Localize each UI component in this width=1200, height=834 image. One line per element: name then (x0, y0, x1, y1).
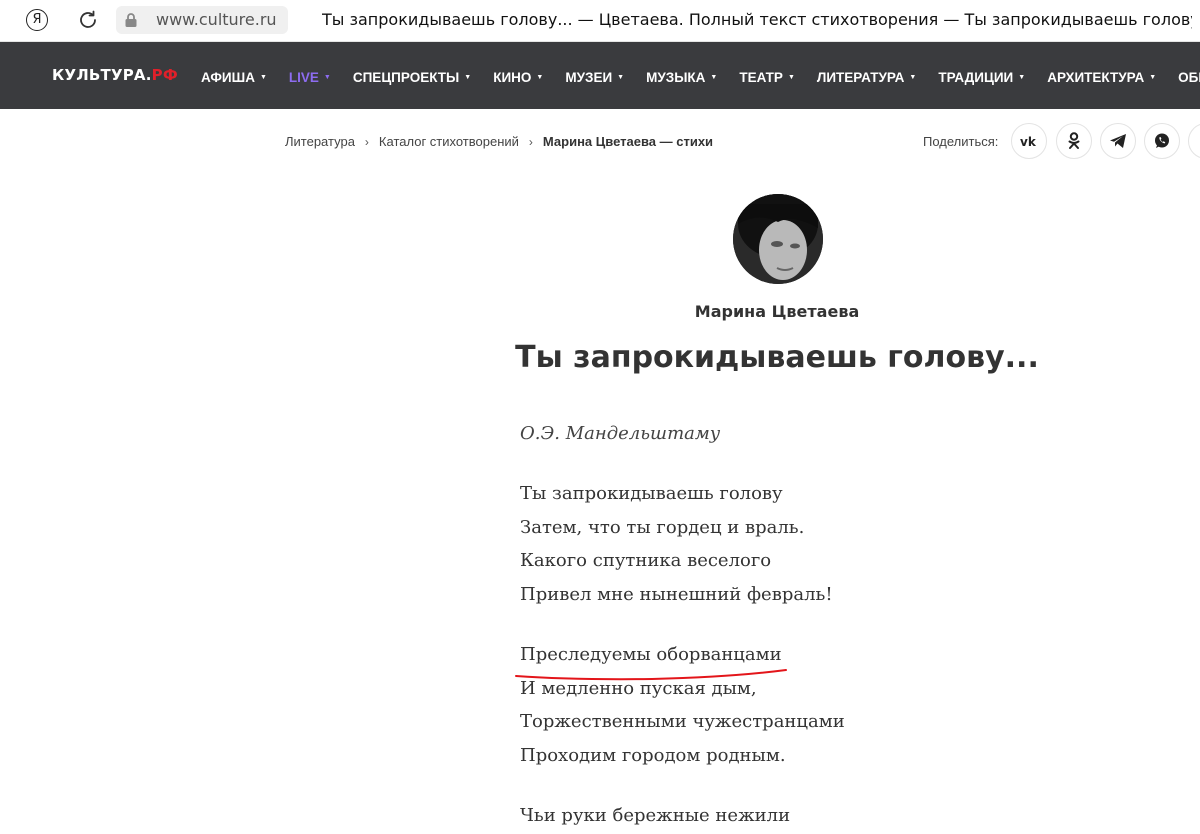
nav-label: ТРАДИЦИИ (938, 69, 1014, 85)
caret-down-icon: ▼ (259, 73, 267, 81)
share-whatsapp-button[interactable] (1144, 123, 1180, 159)
address-bar[interactable]: www.culture.ru (116, 6, 288, 34)
breadcrumb-current[interactable]: Марина Цветаева — стихи (543, 134, 713, 149)
share-vk-button[interactable]: vk (1011, 123, 1047, 159)
caret-down-icon: ▼ (909, 73, 917, 81)
caret-down-icon: ▼ (617, 73, 625, 81)
share-label: Поделиться: (923, 134, 999, 149)
caret-down-icon: ▼ (787, 73, 795, 81)
svg-text:vk: vk (1020, 135, 1037, 147)
nav-label: LIVE (288, 69, 319, 85)
caret-down-icon: ▼ (710, 73, 718, 81)
poem-line: Привел мне нынешний февраль! (520, 583, 833, 605)
main-menu: АФИША ▼ LIVE ▼ СПЕЦПРОЕКТЫ ▼ КИНО ▼ МУЗЕИ ▼ М… (201, 67, 1200, 87)
breadcrumb: Литература › Каталог стихотворений › Мар… (285, 134, 713, 149)
red-underline-annotation (515, 669, 787, 681)
nav-item-afisha[interactable]: АФИША ▼ (201, 67, 267, 87)
author-avatar (733, 194, 823, 284)
poem-line: Какого спутника веселого (520, 550, 772, 571)
nav-item-obrazovanie[interactable]: ОБРАЗОВ (1178, 67, 1200, 87)
poem-dedication: О.Э. Мандельштаму (520, 423, 721, 444)
nav-label: МУЗЕИ (565, 69, 613, 85)
telegram-icon (1110, 134, 1126, 148)
nav-label: ОБРАЗОВ (1178, 69, 1200, 85)
chevron-right-icon: › (364, 134, 369, 149)
nav-label: АФИША (201, 69, 255, 85)
logo-accent: РФ (151, 66, 178, 84)
vk-icon: vk (1020, 135, 1037, 147)
chevron-right-icon: › (528, 134, 533, 149)
caret-down-icon: ▼ (464, 73, 472, 81)
poem-stanza: Ты запрокидываешь голову Затем, что ты г… (520, 477, 833, 611)
nav-item-teatr[interactable]: ТЕАТР ▼ (739, 67, 795, 87)
nav-label: АРХИТЕКТУРА (1047, 69, 1145, 85)
nav-item-tradicii[interactable]: ТРАДИЦИИ ▼ (938, 67, 1025, 87)
nav-label: МУЗЫКА (646, 69, 706, 85)
nav-item-live[interactable]: LIVE ▼ (289, 67, 331, 87)
site-header: КУЛЬТУРА.РФ АФИША ▼ LIVE ▼ СПЕЦПРОЕКТЫ ▼ КИ… (0, 42, 1200, 109)
nav-label: КИНО (493, 69, 532, 85)
lock-icon (124, 12, 138, 28)
nav-item-muzei[interactable]: МУЗЕИ ▼ (565, 67, 624, 87)
share-telegram-button[interactable] (1100, 123, 1136, 159)
poem-line: Чьи руки бережные нежили (520, 805, 791, 826)
reload-icon[interactable] (76, 8, 100, 32)
poem-title: Ты запрокидываешь голову... (515, 340, 1039, 375)
poem-line: Затем, что ты гордец и враль. (520, 516, 805, 538)
caret-down-icon: ▼ (1149, 73, 1157, 81)
poem-line: Ты запрокидываешь голову (520, 483, 783, 504)
nav-item-arhitektura[interactable]: АРХИТЕКТУРА ▼ (1047, 67, 1156, 87)
nav-item-specprojects[interactable]: СПЕЦПРОЕКТЫ ▼ (353, 67, 471, 87)
whatsapp-icon (1155, 133, 1169, 148)
breadcrumb-item-catalog[interactable]: Каталог стихотворений (379, 134, 519, 149)
yandex-logo-button[interactable]: Я (26, 9, 48, 31)
page-title: Ты запрокидываешь голову... — Цветаева. … (322, 10, 1192, 29)
nav-item-muzyka[interactable]: МУЗЫКА ▼ (646, 67, 717, 87)
nav-item-literatura[interactable]: ЛИТЕРАТУРА ▼ (817, 67, 916, 87)
poem-line: Торжественными чужестранцами (520, 711, 845, 732)
poem-line: Проходим городом родным. (520, 744, 786, 766)
caret-down-icon: ▼ (536, 73, 544, 81)
share-more-button[interactable] (1188, 123, 1200, 159)
browser-toolbar: Я www.culture.ru Ты запрокидываешь голов… (0, 0, 1200, 42)
share-ok-button[interactable] (1056, 123, 1092, 159)
nav-label: ЛИТЕРАТУРА (816, 69, 905, 85)
nav-label: СПЕЦПРОЕКТЫ (352, 69, 460, 85)
breadcrumb-item-literatura[interactable]: Литература (285, 134, 355, 149)
author-name[interactable]: Марина Цветаева (600, 302, 954, 321)
nav-item-kino[interactable]: КИНО ▼ (493, 67, 543, 87)
poem-stanza: Чьи руки бережные нежили (520, 799, 790, 833)
url-text: www.culture.ru (156, 10, 277, 29)
site-logo[interactable]: КУЛЬТУРА.РФ (52, 66, 178, 84)
nav-label: ТЕАТР (739, 69, 783, 85)
odnoklassniki-icon (1068, 132, 1080, 149)
caret-down-icon: ▼ (323, 73, 331, 81)
logo-main: КУЛЬТУРА. (52, 66, 152, 84)
poem-stanza: Преследуемы оборванцами И медленно пуска… (520, 638, 845, 772)
caret-down-icon: ▼ (1018, 73, 1026, 81)
